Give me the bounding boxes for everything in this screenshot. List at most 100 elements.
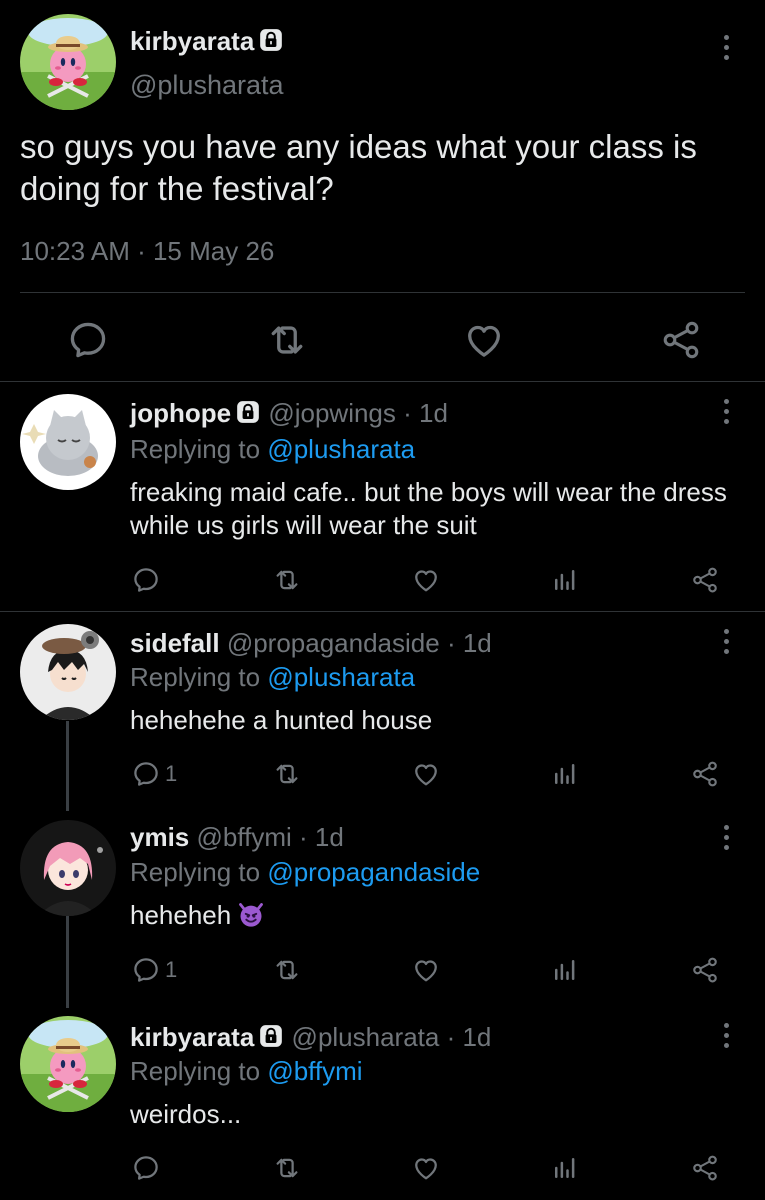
divider — [20, 292, 745, 293]
reply-author-handle[interactable]: @plusharata — [292, 1022, 440, 1052]
retweet-icon — [272, 565, 302, 595]
reply-button[interactable]: 1 — [131, 955, 177, 985]
retweet-icon — [272, 955, 302, 985]
tweet-thread: kirbyarata @plusharata so guys you have … — [0, 0, 765, 1200]
share-icon — [690, 955, 720, 985]
analytics-icon — [550, 759, 580, 789]
more-vertical-icon — [723, 628, 729, 634]
replying-to: Replying to @plusharata — [130, 434, 415, 465]
retweet-button[interactable] — [272, 759, 302, 789]
more-dot — [723, 834, 729, 840]
retweet-button[interactable] — [272, 565, 302, 595]
share-button[interactable] — [690, 759, 720, 789]
more-dot — [723, 1032, 729, 1038]
reply-header: ymis @bffymi · 1d — [130, 822, 344, 853]
reply-author-handle[interactable]: @propagandaside — [227, 628, 440, 658]
more-dot — [723, 648, 729, 654]
retweet-button[interactable] — [265, 318, 309, 362]
share-icon — [690, 759, 720, 789]
reply-author-name[interactable]: ymis — [130, 822, 189, 852]
share-icon — [690, 565, 720, 595]
more-vertical-icon — [723, 824, 729, 830]
kirby-avatar-image — [20, 14, 116, 110]
author-handle[interactable]: @plusharata — [130, 70, 284, 101]
like-button[interactable] — [462, 318, 506, 362]
reply-text-container: heheheh — [130, 899, 730, 932]
replying-to-link[interactable]: @plusharata — [267, 434, 415, 464]
retweet-icon — [272, 759, 302, 789]
more-vertical-icon — [723, 1022, 729, 1028]
share-button[interactable] — [690, 565, 720, 595]
heart-icon — [411, 759, 441, 789]
more-vertical-icon — [723, 34, 729, 40]
more-dot — [723, 54, 729, 60]
tweet-timestamp[interactable]: 10:23 AM · 15 May 26 — [20, 236, 274, 267]
retweet-button[interactable] — [272, 955, 302, 985]
views-button[interactable] — [550, 1153, 580, 1183]
reply-author-name[interactable]: sidefall — [130, 628, 220, 658]
like-button[interactable] — [411, 565, 441, 595]
replying-prefix: Replying to — [130, 434, 268, 464]
reply-author-name[interactable]: kirbyarata — [130, 1022, 254, 1052]
more-options-button[interactable] — [714, 1020, 738, 1050]
avatar[interactable] — [20, 1016, 116, 1112]
reply-button[interactable] — [66, 318, 110, 362]
kirby-avatar-image — [20, 1016, 116, 1112]
reply-icon — [66, 318, 110, 362]
heart-icon — [411, 955, 441, 985]
replying-to-link[interactable]: @plusharata — [267, 662, 415, 692]
avatar[interactable] — [20, 14, 116, 110]
share-button[interactable] — [659, 318, 703, 362]
divider — [0, 611, 765, 612]
reply-age: · 1d — [446, 628, 492, 658]
reply-age: · 1d — [299, 822, 344, 852]
heart-icon — [462, 318, 506, 362]
reply-text: freaking maid cafe.. but the boys will w… — [130, 477, 727, 540]
more-options-button[interactable] — [714, 396, 738, 426]
share-button[interactable] — [690, 955, 720, 985]
reply-count: 1 — [165, 761, 178, 786]
lock-icon — [258, 27, 284, 53]
reply-icon — [131, 759, 161, 789]
replying-to: Replying to @bffymi — [130, 1056, 363, 1087]
more-vertical-icon — [723, 398, 729, 404]
reply-button[interactable]: 1 — [131, 759, 177, 789]
reply-text: weirdos... — [130, 1099, 242, 1129]
more-options-button[interactable] — [714, 822, 738, 852]
like-button[interactable] — [411, 955, 441, 985]
replying-to-link[interactable]: @bffymi — [267, 1056, 362, 1086]
reply-button[interactable] — [131, 565, 165, 595]
more-options-button[interactable] — [714, 626, 738, 656]
lock-icon — [235, 399, 261, 425]
reply-author-handle[interactable]: @bffymi — [197, 822, 292, 852]
lock-icon — [258, 1023, 284, 1049]
heart-icon — [411, 1153, 441, 1183]
views-button[interactable] — [550, 759, 580, 789]
more-dot — [723, 844, 729, 850]
avatar[interactable] — [20, 624, 116, 720]
avatar[interactable] — [20, 394, 116, 490]
avatar[interactable] — [20, 820, 116, 916]
smiling-devil-emoji-icon — [237, 901, 265, 929]
more-dot — [723, 418, 729, 424]
replying-prefix: Replying to — [130, 1056, 268, 1086]
share-button[interactable] — [690, 1153, 720, 1183]
retweet-button[interactable] — [272, 1153, 302, 1183]
more-dot — [723, 44, 729, 50]
author-name[interactable]: kirbyarata — [130, 26, 284, 57]
girl-avatar-image — [20, 820, 116, 916]
boy-avatar-image — [20, 624, 116, 720]
views-button[interactable] — [550, 565, 580, 595]
reply-button[interactable] — [131, 1153, 165, 1183]
like-button[interactable] — [411, 1153, 441, 1183]
reply-author-name[interactable]: jophope — [130, 398, 231, 428]
replying-prefix: Replying to — [130, 857, 268, 887]
reply-author-handle[interactable]: @jopwings — [268, 398, 396, 428]
more-options-button[interactable] — [714, 32, 738, 62]
replying-to-link[interactable]: @propagandaside — [267, 857, 480, 887]
reply-header: jophope @jopwings · 1d — [130, 398, 448, 429]
reply-age: · 1d — [446, 1022, 492, 1052]
like-button[interactable] — [411, 759, 441, 789]
views-button[interactable] — [550, 955, 580, 985]
analytics-icon — [550, 955, 580, 985]
